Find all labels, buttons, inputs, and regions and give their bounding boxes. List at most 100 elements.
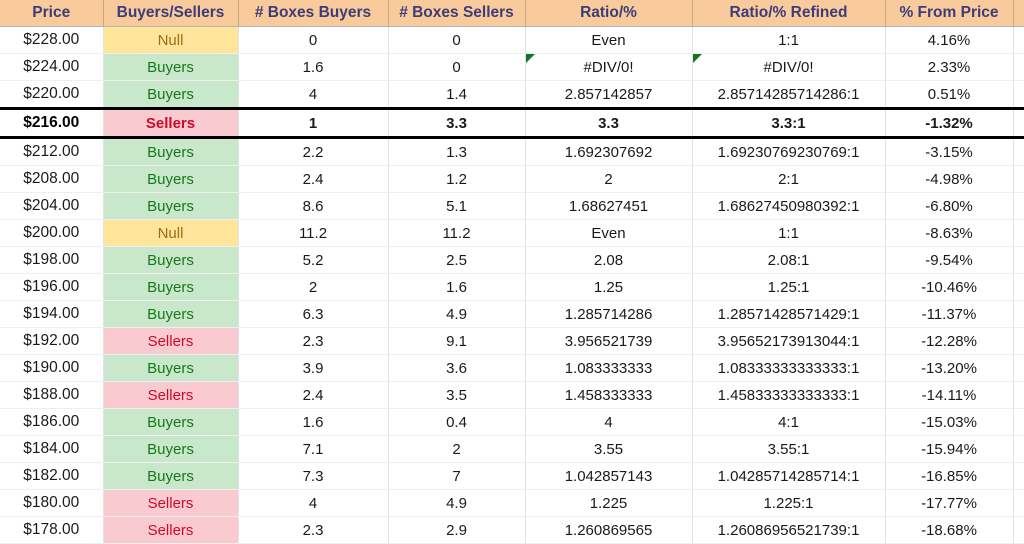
cell-boxes-sellers[interactable]: 7 [388, 462, 526, 490]
cell-overflow[interactable] [1013, 26, 1024, 54]
cell-boxes-buyers[interactable]: 1 [238, 107, 389, 139]
cell-boxes-buyers[interactable]: 7.3 [238, 462, 389, 490]
cell-ratio[interactable]: 3.55 [525, 435, 693, 463]
cell-ratio-refined[interactable]: 2.85714285714286:1 [692, 80, 886, 109]
cell-overflow[interactable] [1013, 137, 1024, 166]
cell-boxes-buyers[interactable]: 4 [238, 80, 389, 109]
cell-price[interactable]: $216.00 [0, 107, 104, 139]
cell-ratio[interactable]: 3.3 [525, 107, 693, 139]
cell-buyers-sellers[interactable]: Buyers [103, 273, 239, 301]
cell-ratio[interactable]: 1.260869565 [525, 516, 693, 544]
cell-buyers-sellers[interactable]: Sellers [103, 327, 239, 355]
cell-boxes-sellers[interactable]: 2.5 [388, 246, 526, 274]
cell-ratio[interactable]: 3.956521739 [525, 327, 693, 355]
cell-overflow[interactable] [1013, 489, 1024, 517]
cell-ratio[interactable]: Even [525, 219, 693, 247]
cell-buyers-sellers[interactable]: Sellers [103, 516, 239, 544]
cell-boxes-buyers[interactable]: 8.6 [238, 192, 389, 220]
cell-pct-from-price[interactable]: -13.20% [885, 354, 1014, 382]
cell-pct-from-price[interactable]: -11.37% [885, 300, 1014, 328]
cell-boxes-buyers[interactable]: 2 [238, 273, 389, 301]
cell-pct-from-price[interactable]: -12.28% [885, 327, 1014, 355]
cell-buyers-sellers[interactable]: Null [103, 219, 239, 247]
cell-ratio-refined[interactable]: 1.04285714285714:1 [692, 462, 886, 490]
cell-overflow[interactable] [1013, 246, 1024, 274]
cell-buyers-sellers[interactable]: Buyers [103, 165, 239, 193]
cell-boxes-sellers[interactable]: 2.9 [388, 516, 526, 544]
cell-overflow[interactable] [1013, 165, 1024, 193]
column-header-bb[interactable]: # Boxes Buyers [238, 0, 389, 27]
cell-buyers-sellers[interactable]: Buyers [103, 462, 239, 490]
cell-boxes-buyers[interactable]: 6.3 [238, 300, 389, 328]
cell-boxes-sellers[interactable]: 3.6 [388, 354, 526, 382]
table-row[interactable]: $188.00 Sellers 2.4 3.5 1.458333333 1.4583333… [0, 381, 1024, 409]
cell-pct-from-price[interactable]: -9.54% [885, 246, 1014, 274]
cell-ratio-refined[interactable]: 4:1 [692, 408, 886, 436]
column-header-price[interactable]: Price [0, 0, 104, 27]
cell-boxes-buyers[interactable]: 2.3 [238, 327, 389, 355]
cell-boxes-sellers[interactable]: 4.9 [388, 489, 526, 517]
cell-boxes-buyers[interactable]: 0 [238, 26, 389, 54]
cell-price[interactable]: $224.00 [0, 53, 104, 81]
cell-ratio[interactable]: Even [525, 26, 693, 54]
cell-ratio[interactable]: 1.692307692 [525, 137, 693, 166]
cell-pct-from-price[interactable]: -16.85% [885, 462, 1014, 490]
cell-ratio[interactable]: 2 [525, 165, 693, 193]
cell-boxes-buyers[interactable]: 7.1 [238, 435, 389, 463]
cell-price[interactable]: $208.00 [0, 165, 104, 193]
table-row[interactable]: $220.00 Buyers 4 1.4 2.857142857 2.8571428571… [0, 80, 1024, 109]
cell-overflow[interactable] [1013, 462, 1024, 490]
cell-ratio[interactable]: 2.857142857 [525, 80, 693, 109]
cell-buyers-sellers[interactable]: Buyers [103, 137, 239, 166]
cell-boxes-buyers[interactable]: 3.9 [238, 354, 389, 382]
table-row[interactable]: $224.00 Buyers 1.6 0 #DIV/0! #DIV/0! 2.33% [0, 53, 1024, 81]
cell-boxes-sellers[interactable]: 0 [388, 26, 526, 54]
cell-price[interactable]: $200.00 [0, 219, 104, 247]
table-row[interactable]: $196.00 Buyers 2 1.6 1.25 1.25:1 -10.46% [0, 273, 1024, 301]
cell-price[interactable]: $180.00 [0, 489, 104, 517]
cell-pct-from-price[interactable]: -8.63% [885, 219, 1014, 247]
cell-ratio[interactable]: 1.285714286 [525, 300, 693, 328]
table-row[interactable]: $216.00 Sellers 1 3.3 3.3 3.3:1 -1.32% [0, 107, 1024, 139]
cell-ratio[interactable]: 1.25 [525, 273, 693, 301]
cell-pct-from-price[interactable]: -4.98% [885, 165, 1014, 193]
cell-ratio[interactable]: #DIV/0! [525, 53, 693, 81]
cell-buyers-sellers[interactable]: Buyers [103, 192, 239, 220]
table-row[interactable]: $186.00 Buyers 1.6 0.4 4 4:1 -15.03% [0, 408, 1024, 436]
cell-overflow[interactable] [1013, 80, 1024, 109]
cell-pct-from-price[interactable]: 2.33% [885, 53, 1014, 81]
cell-boxes-buyers[interactable]: 2.3 [238, 516, 389, 544]
cell-boxes-sellers[interactable]: 5.1 [388, 192, 526, 220]
cell-ratio-refined[interactable]: 1.45833333333333:1 [692, 381, 886, 409]
column-header-ratio[interactable]: Ratio/% [525, 0, 693, 27]
cell-pct-from-price[interactable]: -1.32% [885, 107, 1014, 139]
cell-ratio-refined[interactable]: 1:1 [692, 26, 886, 54]
cell-buyers-sellers[interactable]: Buyers [103, 408, 239, 436]
cell-overflow[interactable] [1013, 273, 1024, 301]
cell-price[interactable]: $184.00 [0, 435, 104, 463]
cell-ratio[interactable]: 1.68627451 [525, 192, 693, 220]
cell-boxes-sellers[interactable]: 9.1 [388, 327, 526, 355]
table-row[interactable]: $180.00 Sellers 4 4.9 1.225 1.225:1 -17.77% [0, 489, 1024, 517]
cell-ratio-refined[interactable]: 3.55:1 [692, 435, 886, 463]
cell-price[interactable]: $194.00 [0, 300, 104, 328]
cell-overflow[interactable] [1013, 381, 1024, 409]
cell-boxes-buyers[interactable]: 2.4 [238, 381, 389, 409]
cell-ratio[interactable]: 1.458333333 [525, 381, 693, 409]
cell-pct-from-price[interactable]: -10.46% [885, 273, 1014, 301]
table-row[interactable]: $190.00 Buyers 3.9 3.6 1.083333333 1.08333333… [0, 354, 1024, 382]
cell-buyers-sellers[interactable]: Sellers [103, 489, 239, 517]
cell-boxes-sellers[interactable]: 11.2 [388, 219, 526, 247]
cell-buyers-sellers[interactable]: Buyers [103, 300, 239, 328]
cell-pct-from-price[interactable]: 4.16% [885, 26, 1014, 54]
cell-price[interactable]: $198.00 [0, 246, 104, 274]
cell-ratio-refined[interactable]: 3.95652173913044:1 [692, 327, 886, 355]
cell-ratio[interactable]: 2.08 [525, 246, 693, 274]
cell-ratio-refined[interactable]: 2:1 [692, 165, 886, 193]
cell-ratio[interactable]: 1.042857143 [525, 462, 693, 490]
cell-boxes-sellers[interactable]: 3.5 [388, 381, 526, 409]
column-header-refined[interactable]: Ratio/% Refined [692, 0, 886, 27]
cell-ratio-refined[interactable]: 2.08:1 [692, 246, 886, 274]
table-row[interactable]: $178.00 Sellers 2.3 2.9 1.260869565 1.2608695… [0, 516, 1024, 544]
cell-overflow[interactable] [1013, 192, 1024, 220]
